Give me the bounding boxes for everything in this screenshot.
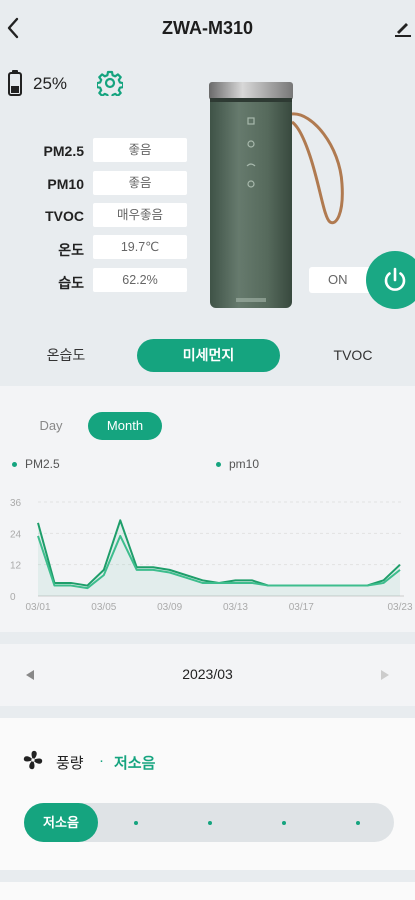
y-tick-label: 24 xyxy=(10,529,22,540)
pm10-value: 좋음 xyxy=(93,171,187,195)
battery-percent: 25% xyxy=(33,74,68,93)
humidity-value: 62.2% xyxy=(93,268,187,292)
humidity-label: 습도 xyxy=(58,275,84,291)
power-button[interactable] xyxy=(366,251,415,309)
fan-slider-thumb[interactable]: 저소음 xyxy=(24,803,98,842)
power-icon xyxy=(384,267,406,291)
month-navigator: 2023/03 xyxy=(0,644,415,706)
page-title: ZWA-M310 xyxy=(161,18,253,38)
y-tick-label: 0 xyxy=(10,592,16,603)
temperature-value: 19.7℃ xyxy=(93,235,187,259)
x-tick-label: 03/23 xyxy=(387,602,412,613)
legend-item-pm25: PM2.5 xyxy=(12,457,60,471)
pm-line-chart: 0 12 24 36 03/01 03/05 03/09 03/13 03/17 03/23 xyxy=(10,498,413,613)
chart-card: Day Month PM2.5 pm10 0 12 24 36 03/01 03/05 03… xyxy=(0,386,415,632)
y-tick-label: 12 xyxy=(10,561,22,572)
fan-level-dot[interactable] xyxy=(356,821,360,825)
header: ZWA-M310 xyxy=(0,0,415,58)
pm25-value: 좋음 xyxy=(93,138,187,162)
tvoc-value: 매우좋음 xyxy=(93,203,187,227)
pm10-label: PM10 xyxy=(47,176,84,192)
gear-icon[interactable] xyxy=(97,70,123,96)
fan-speed-slider[interactable]: 저소음 xyxy=(24,803,394,842)
x-tick-label: 03/13 xyxy=(223,602,248,613)
x-tick-label: 03/09 xyxy=(157,602,182,613)
fan-speed-label: 풍량 xyxy=(56,755,84,772)
legend-item-pm10: pm10 xyxy=(216,457,259,471)
fan-card: 풍량 · 저소음 저소음 xyxy=(0,718,415,870)
x-tick-label: 03/01 xyxy=(25,602,50,613)
tab-fine-dust[interactable]: 미세먼지 xyxy=(137,339,280,372)
fan-level-dot[interactable] xyxy=(282,821,286,825)
pencil-icon[interactable] xyxy=(393,18,411,38)
series-line-pm25 xyxy=(37,519,401,587)
fan-speed-value: 저소음 xyxy=(114,755,156,772)
month-label: 2023/03 xyxy=(182,666,233,682)
x-tick-label: 03/17 xyxy=(289,602,314,613)
next-month-button[interactable] xyxy=(381,670,389,680)
next-card xyxy=(0,882,415,900)
pm25-label: PM2.5 xyxy=(43,143,84,159)
fan-separator: · xyxy=(99,752,104,769)
x-tick-label: 03/05 xyxy=(91,602,116,613)
tab-tvoc[interactable]: TVOC xyxy=(306,339,400,372)
fan-icon xyxy=(23,750,43,770)
temperature-label: 온도 xyxy=(58,242,84,258)
month-toggle[interactable]: Month xyxy=(88,412,162,440)
tab-temp-humidity[interactable]: 온습도 xyxy=(16,339,116,372)
battery-icon xyxy=(8,70,22,96)
y-tick-label: 36 xyxy=(10,498,22,509)
day-toggle[interactable]: Day xyxy=(22,412,80,440)
tvoc-label: TVOC xyxy=(45,208,84,224)
fan-level-dot[interactable] xyxy=(208,821,212,825)
fan-level-dot[interactable] xyxy=(134,821,138,825)
